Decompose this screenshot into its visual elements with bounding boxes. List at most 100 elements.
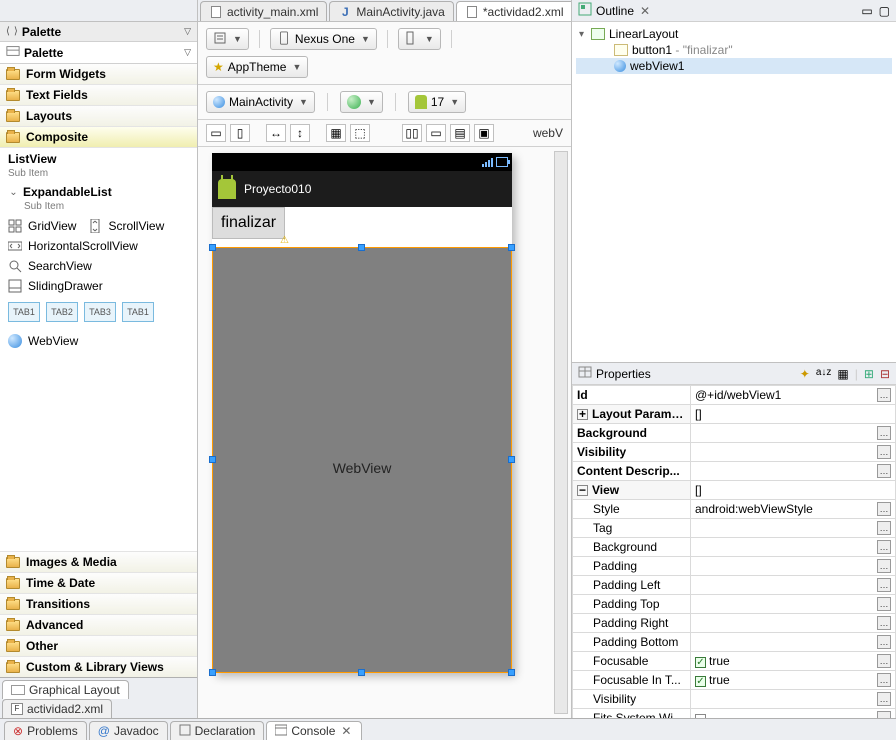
property-value[interactable]: … — [691, 519, 896, 538]
palette-view-icon[interactable] — [6, 44, 20, 61]
property-more-icon[interactable]: … — [877, 464, 891, 478]
webview-item[interactable]: WebView — [28, 334, 78, 348]
palette-dropdown-icon[interactable]: ▽ — [184, 47, 191, 58]
property-more-icon[interactable]: … — [877, 673, 891, 687]
palette-menu-icon[interactable]: ▽ — [184, 26, 191, 37]
palette-category[interactable]: Images & Media — [0, 551, 197, 572]
align-top-icon[interactable]: ▯ — [230, 124, 250, 142]
property-value[interactable]: [] — [691, 481, 896, 500]
property-value[interactable]: … — [691, 424, 896, 443]
palette-category[interactable]: Advanced — [0, 614, 197, 635]
property-value[interactable]: … — [691, 576, 896, 595]
property-value[interactable]: ✓true… — [691, 652, 896, 671]
forward-icon[interactable]: ⟩ — [14, 26, 18, 37]
view-tab-declaration[interactable]: Declaration — [170, 721, 265, 740]
palette-category[interactable]: Composite — [0, 127, 197, 148]
tabwidget-thumb[interactable]: TAB3 — [84, 302, 116, 322]
baseline-icon[interactable]: ▣ — [474, 124, 494, 142]
scrollbar-v[interactable] — [554, 151, 568, 714]
finalizar-button[interactable]: finalizar — [212, 207, 285, 239]
outline-button1[interactable]: button1 - "finalizar" — [632, 43, 733, 57]
editor-tab[interactable]: JMainActivity.java — [329, 1, 453, 21]
outline-root[interactable]: LinearLayout — [609, 27, 678, 41]
expand-icon[interactable]: ⊞ — [864, 367, 874, 381]
palette-category[interactable]: Time & Date — [0, 572, 197, 593]
view-tab-console[interactable]: Console✕ — [266, 721, 362, 740]
gravity-icon[interactable]: ⬚ — [350, 124, 370, 142]
property-more-icon[interactable]: … — [877, 540, 891, 554]
hscroll-item[interactable]: HorizontalScrollView — [28, 239, 138, 253]
property-more-icon[interactable]: … — [877, 597, 891, 611]
categories-icon[interactable]: ▦ — [837, 367, 848, 381]
device-select[interactable]: Nexus One ▼ — [270, 28, 377, 50]
scrollview-item[interactable]: ScrollView — [108, 219, 164, 233]
property-value[interactable]: … — [691, 557, 896, 576]
dist-v-icon[interactable]: ▭ — [426, 124, 446, 142]
property-value[interactable]: … — [691, 595, 896, 614]
gridview-item[interactable]: GridView — [28, 219, 76, 233]
align-left-icon[interactable]: ▭ — [206, 124, 226, 142]
theme-select[interactable]: ★ AppTheme ▼ — [206, 56, 308, 78]
maximize-icon[interactable]: ▢ — [879, 4, 890, 18]
palette-category[interactable]: Transitions — [0, 593, 197, 614]
property-more-icon[interactable]: … — [877, 426, 891, 440]
filter-icon[interactable]: ✦ — [800, 367, 810, 381]
expand-h-icon[interactable]: ↔ — [266, 124, 286, 142]
property-value[interactable]: @+id/webView1… — [691, 386, 896, 405]
property-more-icon[interactable]: … — [877, 559, 891, 573]
minimize-icon[interactable]: ▭ — [861, 4, 872, 18]
property-more-icon[interactable]: … — [877, 616, 891, 630]
expand-v-icon[interactable]: ↕ — [290, 124, 310, 142]
property-value[interactable]: … — [691, 633, 896, 652]
tabwidget-thumb[interactable]: TAB2 — [46, 302, 78, 322]
property-value[interactable]: [] — [691, 405, 896, 424]
palette-category[interactable]: Other — [0, 635, 197, 656]
outline-close-icon[interactable]: ✕ — [638, 4, 652, 18]
back-icon[interactable]: ⟨ — [6, 26, 10, 37]
palette-category[interactable]: Custom & Library Views — [0, 656, 197, 677]
tab-xml-source[interactable]: F actividad2.xml — [2, 699, 112, 718]
config-button[interactable]: ▼ — [206, 28, 249, 50]
property-more-icon[interactable]: … — [877, 521, 891, 535]
outline-webview1[interactable]: webView1 — [630, 59, 684, 73]
property-value[interactable]: .… — [691, 709, 896, 719]
property-more-icon[interactable]: … — [877, 635, 891, 649]
palette-category[interactable]: Layouts — [0, 106, 197, 127]
property-more-icon[interactable]: … — [877, 502, 891, 516]
view-tab-javadoc[interactable]: @Javadoc — [89, 721, 168, 740]
property-value[interactable]: … — [691, 443, 896, 462]
searchview-item[interactable]: SearchView — [28, 259, 92, 273]
property-more-icon[interactable]: … — [877, 654, 891, 668]
orientation-button[interactable]: ▼ — [398, 28, 441, 50]
property-value[interactable]: … — [691, 614, 896, 633]
view-tab-problems[interactable]: ⊗Problems — [4, 721, 87, 740]
sort-az-icon[interactable]: a↓z — [816, 367, 832, 381]
property-more-icon[interactable]: … — [877, 388, 891, 402]
expandablelist-item[interactable]: ⌄ ExpandableList — [2, 183, 195, 201]
property-more-icon[interactable]: … — [877, 445, 891, 459]
slidingdrawer-item[interactable]: SlidingDrawer — [28, 279, 103, 293]
tree-collapse-icon[interactable]: ▾ — [576, 29, 587, 40]
property-value[interactable]: … — [691, 538, 896, 557]
editor-tab[interactable]: activity_main.xml — [200, 1, 327, 21]
margin-icon[interactable]: ▦ — [326, 124, 346, 142]
api-select[interactable]: 17 ▼ — [408, 91, 466, 113]
webview-selection[interactable]: WebView — [212, 247, 512, 673]
collapse-icon[interactable]: ⊟ — [880, 367, 890, 381]
palette-category[interactable]: Text Fields — [0, 85, 197, 106]
weight-icon[interactable]: ▤ — [450, 124, 470, 142]
property-value[interactable]: ✓true… — [691, 671, 896, 690]
property-more-icon[interactable]: … — [877, 578, 891, 592]
property-more-icon[interactable]: … — [877, 711, 891, 718]
editor-tab[interactable]: *actividad2.xml✕ — [456, 1, 572, 21]
tab-graphical-layout[interactable]: Graphical Layout — [2, 680, 129, 699]
tabwidget-thumb[interactable]: TAB1 — [122, 302, 154, 322]
property-value[interactable]: … — [691, 690, 896, 709]
listview-item[interactable]: ListView — [2, 150, 195, 168]
property-more-icon[interactable]: … — [877, 692, 891, 706]
close-icon[interactable]: ✕ — [339, 724, 353, 738]
property-value[interactable]: … — [691, 462, 896, 481]
chevron-down-icon[interactable]: ⌄ — [8, 187, 19, 198]
activity-select[interactable]: MainActivity ▼ — [206, 91, 315, 113]
palette-category[interactable]: Form Widgets — [0, 64, 197, 85]
